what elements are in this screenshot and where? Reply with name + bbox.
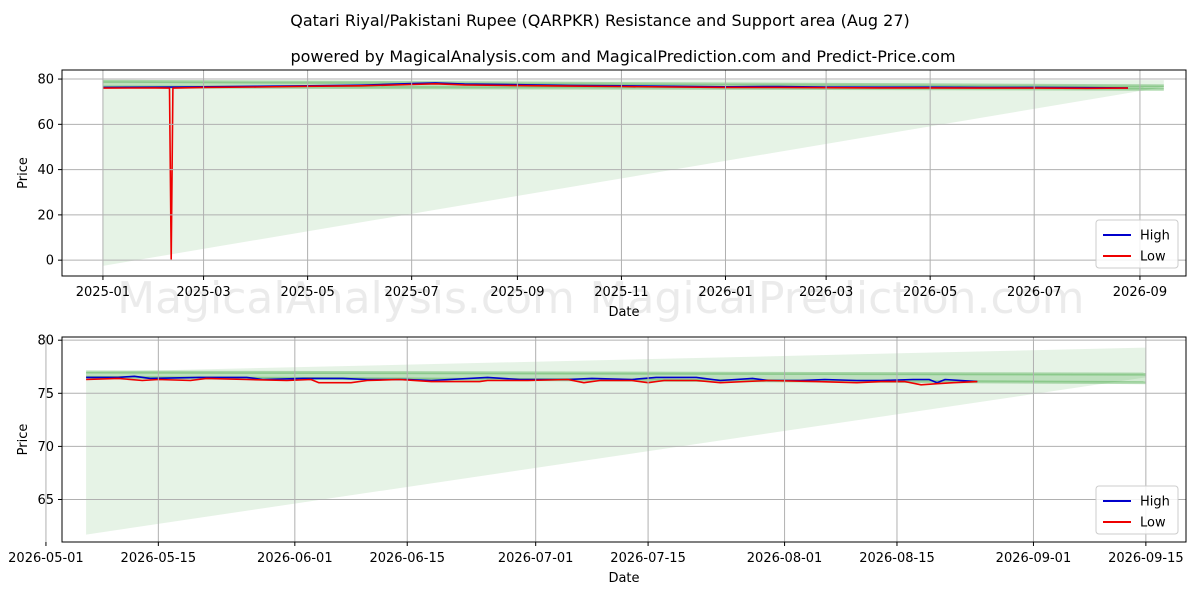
y-tick-label: 60 <box>37 118 54 133</box>
resistance-line <box>86 370 1146 376</box>
x-axis-label: Date <box>608 305 639 320</box>
x-tick-label: 2026-06-01 <box>257 551 333 566</box>
x-tick-label: 2026-09-01 <box>996 551 1072 566</box>
legend-box <box>1095 219 1179 269</box>
x-tick-label: 2025-11 <box>594 285 648 300</box>
legend-label-high: High <box>1140 229 1170 244</box>
x-tick-label: 2025-05 <box>280 285 334 300</box>
y-tick-label: 80 <box>37 73 54 88</box>
x-tick-label: 2026-07 <box>1007 285 1061 300</box>
y-axis-label: Price <box>16 157 31 189</box>
y-tick-label: 75 <box>37 387 54 402</box>
y-tick-label: 80 <box>37 334 54 349</box>
chart-subtitle: powered by MagicalAnalysis.com and Magic… <box>290 47 955 66</box>
x-tick-label: 2026-07-15 <box>610 551 686 566</box>
y-tick-label: 65 <box>37 493 54 508</box>
y-tick-label: 70 <box>37 440 54 455</box>
x-tick-label: 2026-08-15 <box>859 551 935 566</box>
x-tick-label: 2025-03 <box>176 285 230 300</box>
x-tick-label: 2026-06-15 <box>369 551 445 566</box>
figure-canvas: Qatari Riyal/Pakistani Rupee (QARPKR) Re… <box>8 11 1187 586</box>
y-axis-label: Price <box>16 424 31 456</box>
x-tick-label: 2026-01 <box>698 285 752 300</box>
x-tick-label: 2026-09 <box>1113 285 1167 300</box>
y-tick-label: 40 <box>37 163 54 178</box>
legend-box <box>1095 485 1179 535</box>
x-tick-label: 2026-03 <box>799 285 853 300</box>
legend-label-low: Low <box>1140 516 1166 531</box>
x-tick-label: 2026-05-01 <box>8 551 84 566</box>
x-tick-label: 2025-07 <box>384 285 438 300</box>
x-tick-label: 2026-05 <box>903 285 957 300</box>
legend: High Low <box>1095 485 1179 535</box>
bottom-chart-panel: 2026-05-01 2026-05-15 2026-06-01 2026-06-15… <box>8 334 1187 586</box>
y-tick-label: 0 <box>46 254 54 269</box>
x-axis-label: Date <box>608 571 639 586</box>
chart-title: Qatari Riyal/Pakistani Rupee (QARPKR) Re… <box>290 11 910 30</box>
x-tick-label: 2025-01 <box>76 285 130 300</box>
y-tick-label: 20 <box>37 208 54 223</box>
x-tick-label: 2026-07-01 <box>498 551 574 566</box>
x-tick-label: 2026-08-01 <box>747 551 823 566</box>
x-tick-label: 2025-09 <box>490 285 544 300</box>
legend-label-low: Low <box>1140 250 1166 265</box>
chart-figure: Qatari Riyal/Pakistani Rupee (QARPKR) Re… <box>0 0 1200 600</box>
legend: High Low <box>1095 219 1179 269</box>
x-tick-label: 2026-05-15 <box>121 551 197 566</box>
legend-label-high: High <box>1140 495 1170 510</box>
x-tick-label: 2026-09-15 <box>1108 551 1184 566</box>
